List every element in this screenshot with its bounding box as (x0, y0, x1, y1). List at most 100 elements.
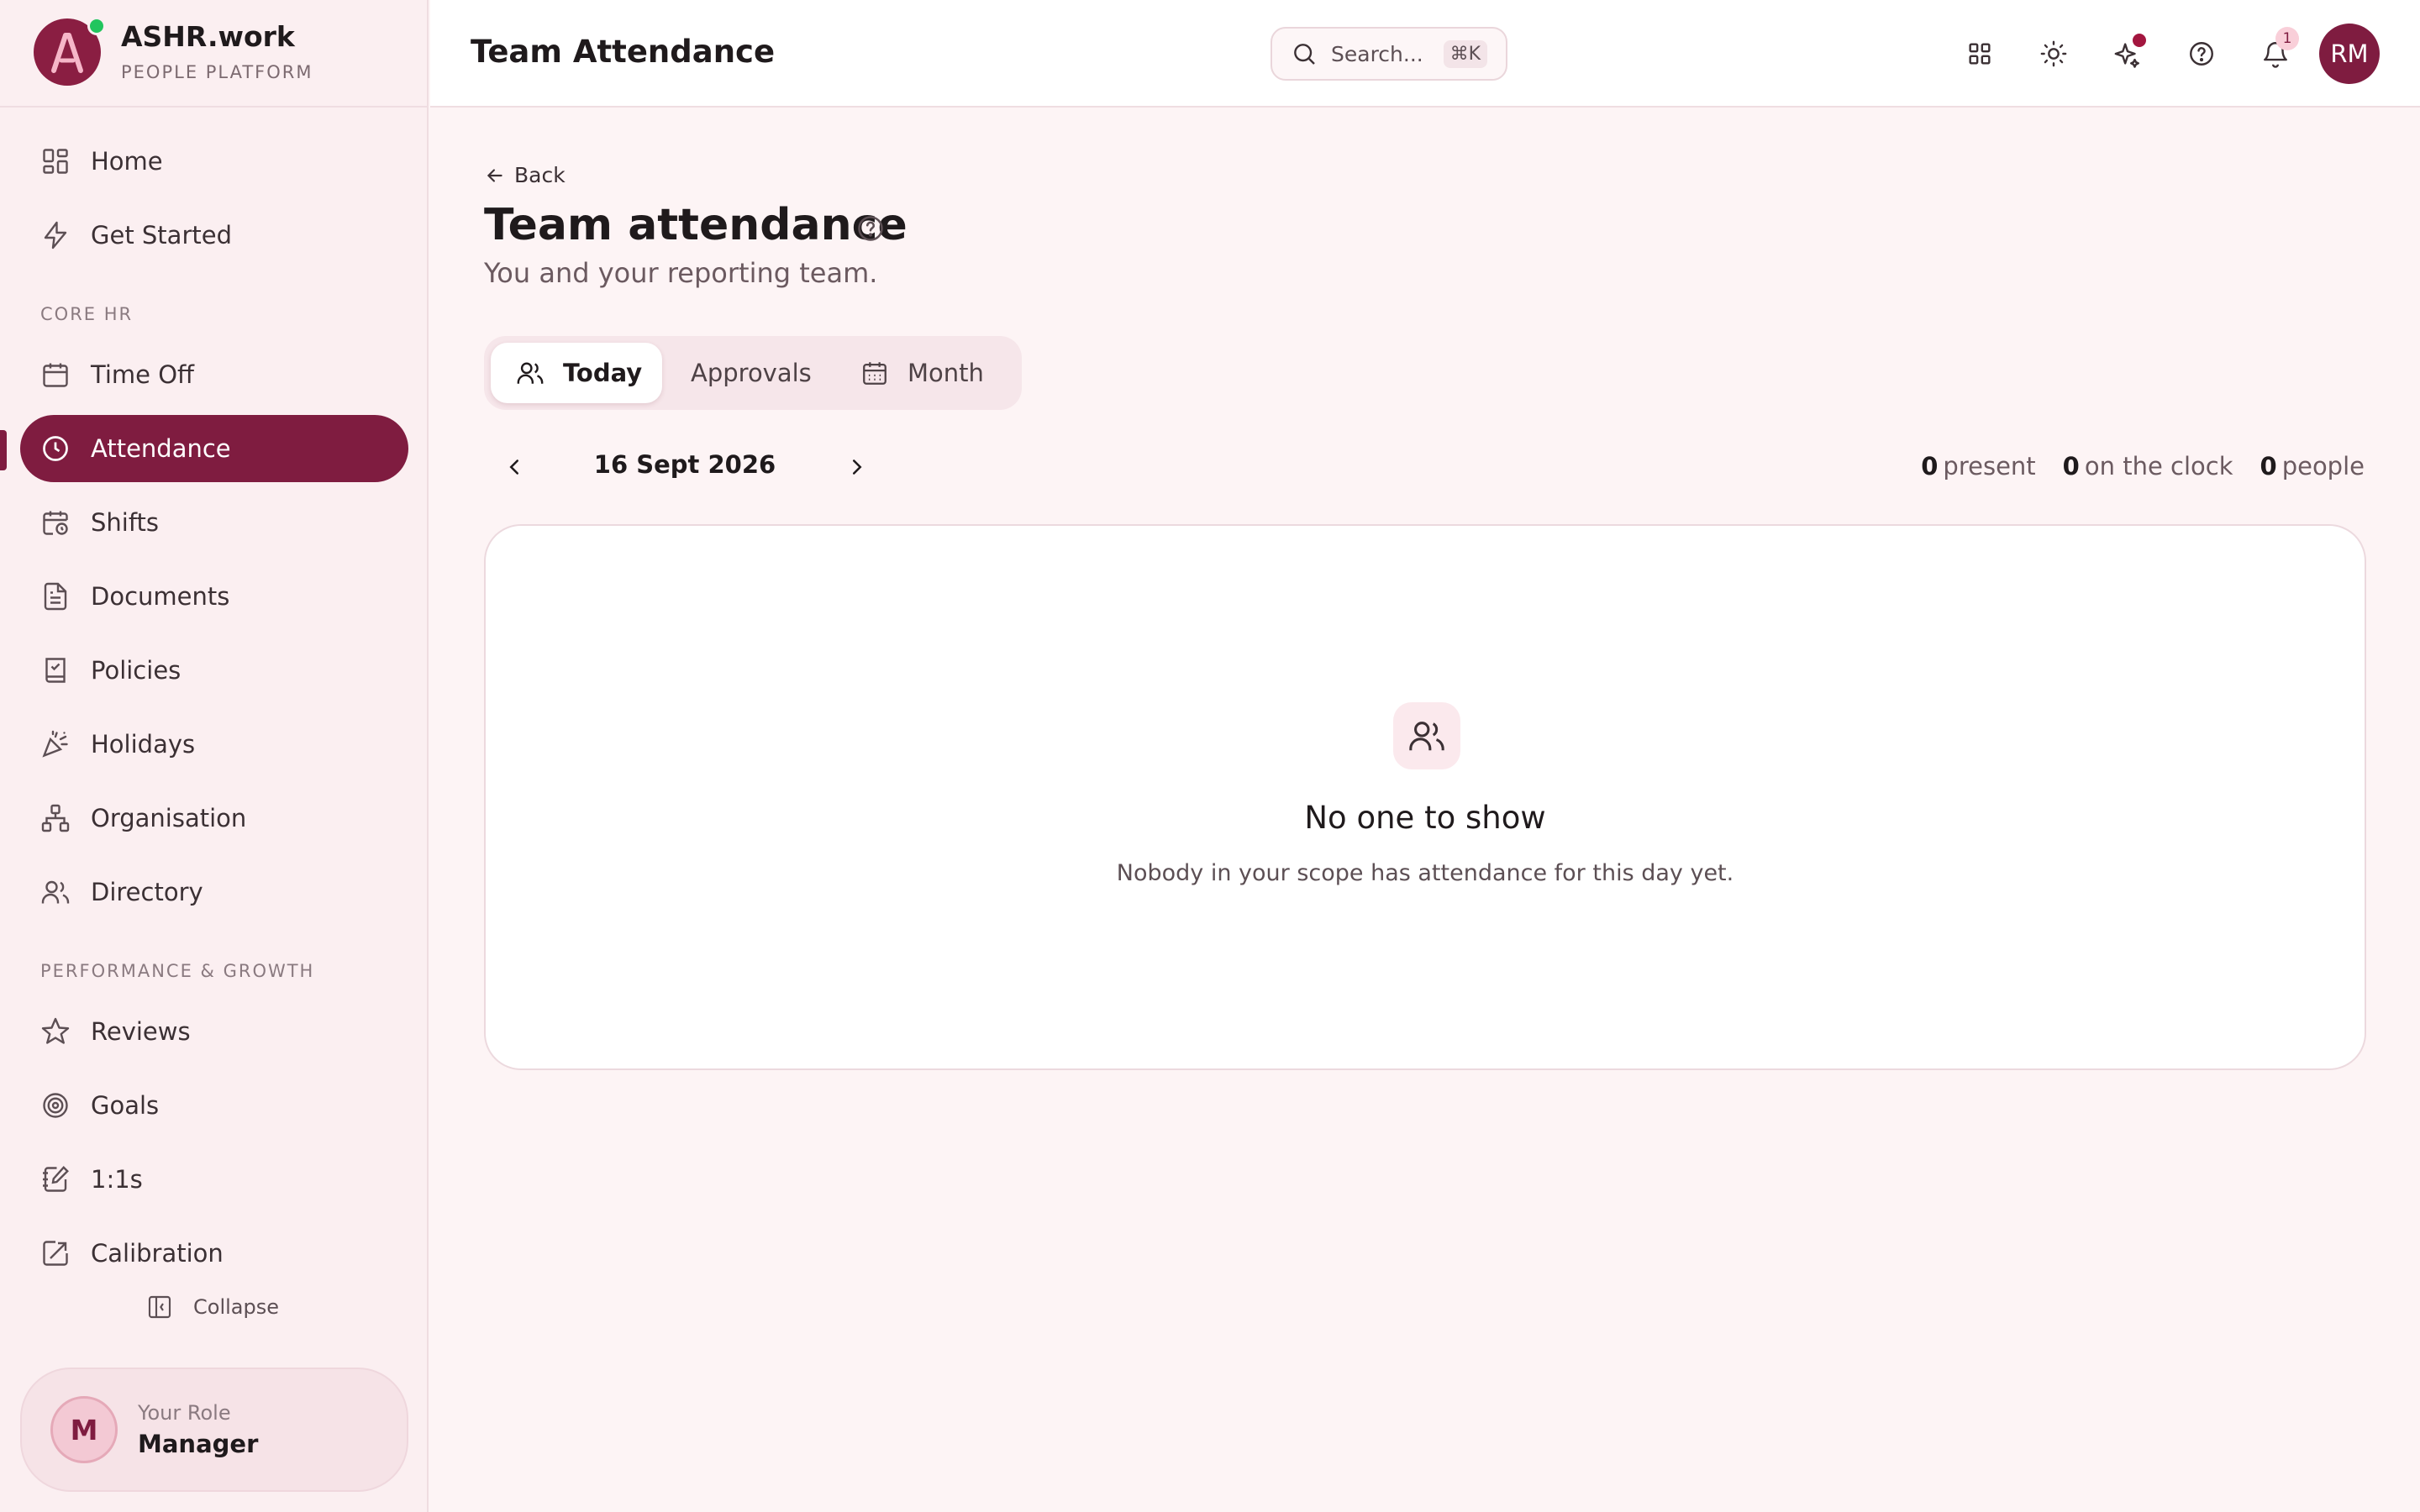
logo-a-icon (51, 33, 83, 73)
book-check-icon (39, 654, 72, 687)
target-icon (39, 1089, 72, 1122)
users-icon (1409, 722, 1444, 751)
stat-people: 0 people (2260, 452, 2365, 480)
sidebar-item-label: Calibration (91, 1239, 224, 1268)
sidebar-item-shifts[interactable]: Shifts (20, 489, 408, 556)
sidebar-item-organisation[interactable]: Organisation (20, 785, 408, 852)
sidebar-item-time-off[interactable]: Time Off (20, 341, 408, 408)
search-shortcut: ⌘K (1443, 39, 1487, 68)
tab-month[interactable]: Month (860, 343, 984, 403)
sidebar-item-label: Time Off (91, 360, 194, 389)
header-title: Team Attendance (471, 34, 776, 70)
role-label: Your Role (138, 1401, 231, 1425)
app-root: ASHR.work PEOPLE PLATFORM Home Get Start… (0, 0, 2420, 1512)
user-avatar[interactable]: RM (2319, 24, 2380, 84)
tab-today[interactable]: Today (491, 343, 662, 403)
sidebar-item-policies[interactable]: Policies (20, 637, 408, 704)
previous-day-button[interactable] (496, 449, 533, 486)
search-icon (1294, 44, 1315, 65)
sidebar-item-home[interactable]: Home (20, 128, 408, 195)
sidebar: ASHR.work PEOPLE PLATFORM Home Get Start… (0, 0, 429, 1512)
chevron-left-icon (509, 459, 518, 475)
sidebar-item-label: Get Started (91, 221, 232, 249)
sidebar-item-directory[interactable]: Directory (20, 858, 408, 926)
sidebar-item-goals[interactable]: Goals (20, 1072, 408, 1139)
attendance-card: No one to show Nobody in your scope has … (484, 524, 2366, 1070)
back-label: Back (514, 163, 566, 187)
sidebar-item-label: Documents (91, 582, 230, 611)
sidebar-item-documents[interactable]: Documents (20, 563, 408, 630)
collapse-sidebar-button[interactable]: Collapse (146, 1290, 279, 1324)
party-popper-icon (39, 727, 72, 761)
section-label-core-hr: CORE HR (40, 304, 134, 324)
panel-left-icon (148, 1295, 171, 1319)
notebook-pen-icon (39, 1163, 72, 1196)
stat-value: 0 (2260, 452, 2277, 480)
sidebar-item-label: Reviews (91, 1017, 191, 1046)
sidebar-item-get-started[interactable]: Get Started (20, 202, 408, 269)
sidebar-item-reviews[interactable]: Reviews (20, 998, 408, 1065)
calendar-grid-icon (863, 362, 886, 385)
help-circle-icon (2190, 42, 2213, 66)
document-icon (39, 580, 72, 613)
theme-toggle-button[interactable] (2033, 34, 2074, 74)
back-link[interactable]: Back (484, 163, 566, 187)
sidebar-item-holidays[interactable]: Holidays (20, 711, 408, 778)
stat-label: people (2281, 452, 2365, 480)
users-icon (39, 875, 72, 909)
next-day-button[interactable] (839, 449, 876, 486)
sidebar-item-attendance[interactable]: Attendance (20, 415, 408, 482)
chevron-right-icon (853, 459, 862, 475)
stat-value: 0 (2062, 452, 2080, 480)
sidebar-item-label: Policies (91, 656, 182, 685)
sidebar-item-label: Directory (91, 878, 203, 906)
calendar-icon (39, 358, 72, 391)
collapse-label: Collapse (193, 1295, 279, 1319)
tab-label: Today (563, 359, 643, 387)
calendar-clock-icon (39, 506, 72, 539)
view-tabs: Today Approvals Month (484, 336, 1022, 410)
grid-icon (39, 144, 72, 178)
lightning-icon (39, 218, 72, 252)
empty-state-description: Nobody in your scope has attendance for … (1116, 860, 1734, 886)
ai-indicator-dot (2133, 34, 2146, 47)
square-arrow-icon (39, 1236, 72, 1270)
sidebar-item-label: Goals (91, 1091, 160, 1120)
sidebar-item-label: 1:1s (91, 1165, 143, 1194)
tab-approvals[interactable]: Approvals (691, 343, 812, 403)
sidebar-item-label: Shifts (91, 508, 160, 537)
search-input[interactable]: Search... ⌘K (1270, 27, 1507, 81)
page-subtitle: You and your reporting team. (484, 257, 878, 289)
sun-icon (2040, 40, 2067, 67)
grid-icon (1969, 43, 1991, 65)
attendance-stats: 0 present 0 on the clock 0 people (1894, 452, 2365, 480)
stat-label: present (1943, 452, 2036, 480)
sidebar-item-calibration[interactable]: Calibration (20, 1220, 408, 1287)
arrow-left-icon (487, 168, 502, 182)
sidebar-item-label: Holidays (91, 730, 196, 759)
sidebar-item-one-on-ones[interactable]: 1:1s (20, 1146, 408, 1213)
brand-name: ASHR.work (121, 20, 295, 53)
users-icon (517, 362, 544, 384)
empty-state-title: No one to show (1304, 800, 1546, 836)
help-circle-icon[interactable] (855, 213, 886, 244)
help-button[interactable] (2181, 34, 2222, 74)
section-label-performance: PERFORMANCE & GROWTH (40, 961, 315, 981)
stat-on-the-clock: 0 on the clock (2063, 452, 2233, 480)
search-placeholder: Search... (1331, 41, 1423, 66)
sidebar-item-label: Home (91, 147, 163, 176)
role-avatar: M (50, 1396, 118, 1463)
star-icon (39, 1015, 72, 1048)
sidebar-item-label: Attendance (91, 434, 231, 463)
active-indicator (0, 430, 7, 470)
brand-header[interactable]: ASHR.work PEOPLE PLATFORM (0, 0, 429, 108)
online-status-dot (87, 17, 106, 35)
role-value: Manager (138, 1430, 259, 1458)
tab-label: Month (908, 359, 984, 387)
stat-value: 0 (1921, 452, 1939, 480)
stat-label: on the clock (2084, 452, 2233, 480)
apps-button[interactable] (1960, 34, 2000, 74)
current-date: 16 Sept 2026 (593, 450, 776, 479)
role-card[interactable]: M Your Role Manager (20, 1368, 408, 1492)
tab-label: Approvals (691, 359, 812, 387)
